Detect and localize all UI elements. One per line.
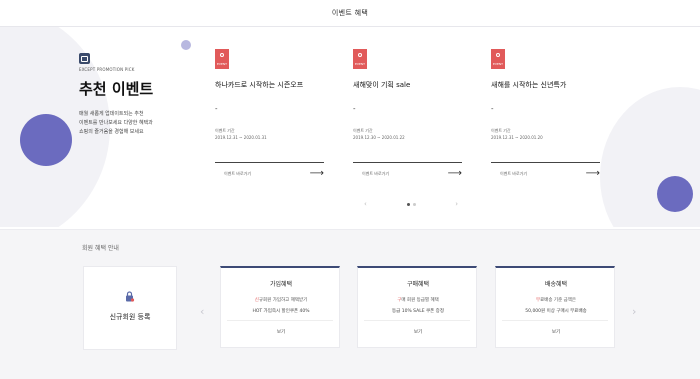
event-badge: EVENT: [353, 49, 367, 69]
benefit-view-button[interactable]: 보기: [496, 329, 616, 335]
signup-card[interactable]: 신규회원 등록: [83, 266, 177, 350]
divider: [364, 320, 470, 321]
event-meta-date: 2019.12.31 ~ 2020.01.31: [215, 135, 267, 140]
promo-desc-line: 매월 새롭게 업데이트되는 추천: [79, 111, 144, 117]
event-more-link[interactable]: 이벤트 바로가기 ⟶: [353, 163, 462, 185]
benefit-card[interactable]: 구매혜택 구매 회원 등급별 혜택 등급 10% SALE 쿠폰 증정 보기: [357, 266, 477, 348]
promo-badge-icon: [79, 53, 90, 64]
hero-section: EXCEPT PROMOTION PICK 추천 이벤트 매월 새롭게 업데이트…: [0, 27, 700, 227]
carousel-pager: ‹ ›: [364, 199, 458, 209]
event-card[interactable]: EVENT 새해를 시작하는 신년특가 - 이벤트 기간 2019.12.31 …: [491, 49, 600, 185]
benefit-title: 배송혜택: [544, 281, 568, 288]
event-more-link[interactable]: 이벤트 바로가기 ⟶: [215, 163, 324, 185]
decorative-circle: [181, 40, 191, 50]
chevron-left-icon[interactable]: ‹: [200, 305, 204, 318]
event-name: 새해를 시작하는 신년특가: [491, 81, 567, 89]
event-badge: EVENT: [491, 49, 505, 69]
page-title: 이벤트 혜택: [331, 9, 369, 17]
arrow-right-icon: ⟶: [585, 168, 600, 179]
benefit-question: 구매 회원 등급별 혜택: [397, 298, 439, 303]
event-name: 새해맞이 기획 sale: [353, 81, 411, 89]
event-dash: -: [215, 105, 218, 113]
benefit-detail: HOT 가입즉시 할인쿠폰 40%: [252, 309, 310, 314]
chevron-right-icon[interactable]: ›: [455, 200, 458, 208]
top-bar: 이벤트 혜택: [0, 0, 700, 27]
event-dash: -: [353, 105, 356, 113]
arrow-right-icon: ⟶: [309, 168, 324, 179]
event-more-label: 이벤트 바로가기: [362, 171, 390, 176]
chevron-left-icon[interactable]: ‹: [364, 200, 367, 208]
event-card[interactable]: EVENT 새해맞이 기획 sale - 이벤트 기간 2019.12.30 ~…: [353, 49, 462, 185]
benefits-section: 회원 혜택 안내 신규회원 등록 ‹ › 가입혜택 신규회원 가입하고 혜택받기…: [0, 229, 700, 379]
pager-dots: [406, 202, 416, 206]
benefit-card[interactable]: 배송혜택 무료배송 기준 금액은 50,000원 이상 구매시 무료배송 보기: [495, 266, 615, 348]
event-more-link[interactable]: 이벤트 바로가기 ⟶: [491, 163, 600, 185]
promo-tag: EXCEPT PROMOTION PICK: [79, 67, 135, 72]
event-name: 하나카드로 시작하는 시즌오프: [215, 81, 304, 89]
benefit-detail: 50,000원 이상 구매시 무료배송: [525, 309, 587, 314]
event-badge: EVENT: [215, 49, 229, 69]
event-meta-label: 이벤트 기간: [353, 128, 373, 133]
event-more-label: 이벤트 바로가기: [224, 171, 252, 176]
divider: [227, 320, 333, 321]
event-card[interactable]: EVENT 하나카드로 시작하는 시즌오프 - 이벤트 기간 2019.12.3…: [215, 49, 324, 185]
event-more-label: 이벤트 바로가기: [500, 171, 528, 176]
event-meta: 이벤트 기간 2019.12.31 ~ 2020.01.31: [215, 127, 267, 141]
event-meta: 이벤트 기간 2019.12.31 ~ 2020.01.20: [491, 127, 543, 141]
lock-tag-icon: [126, 291, 135, 302]
promo-desc-line: 쇼핑의 즐거움을 경험해 보세요: [79, 129, 144, 135]
benefit-title: 구매혜택: [406, 281, 430, 288]
event-meta: 이벤트 기간 2019.12.30 ~ 2020.01.22: [353, 127, 405, 141]
event-meta-label: 이벤트 기간: [215, 128, 235, 133]
promo-desc-line: 이벤트를 만나보세요 다양한 혜택과: [79, 120, 153, 126]
benefit-view-button[interactable]: 보기: [221, 329, 341, 335]
promo-title: 추천 이벤트: [79, 80, 154, 98]
benefit-question: 신규회원 가입하고 혜택받기: [254, 298, 308, 303]
pager-dot-active[interactable]: [406, 202, 410, 206]
divider: [502, 320, 608, 321]
benefit-question: 무료배송 기준 금액은: [535, 298, 577, 303]
chevron-right-icon[interactable]: ›: [632, 305, 636, 318]
benefit-title: 가입혜택: [269, 281, 293, 288]
event-meta-date: 2019.12.31 ~ 2020.01.20: [491, 135, 543, 140]
event-meta-date: 2019.12.30 ~ 2020.01.22: [353, 135, 405, 140]
benefit-view-button[interactable]: 보기: [358, 329, 478, 335]
benefit-card[interactable]: 가입혜택 신규회원 가입하고 혜택받기 HOT 가입즉시 할인쿠폰 40% 보기: [220, 266, 340, 348]
promo-description: 매월 새롭게 업데이트되는 추천 이벤트를 만나보세요 다양한 혜택과 쇼핑의 …: [79, 110, 179, 137]
pager-dot[interactable]: [412, 202, 416, 206]
event-dash: -: [491, 105, 494, 113]
decorative-circle: [657, 176, 693, 212]
event-meta-label: 이벤트 기간: [491, 128, 511, 133]
arrow-right-icon: ⟶: [447, 168, 462, 179]
decorative-circle: [20, 114, 72, 166]
signup-label: 신규회원 등록: [109, 313, 151, 321]
benefit-detail: 등급 10% SALE 쿠폰 증정: [392, 309, 444, 314]
section-heading: 회원 혜택 안내: [82, 245, 119, 252]
